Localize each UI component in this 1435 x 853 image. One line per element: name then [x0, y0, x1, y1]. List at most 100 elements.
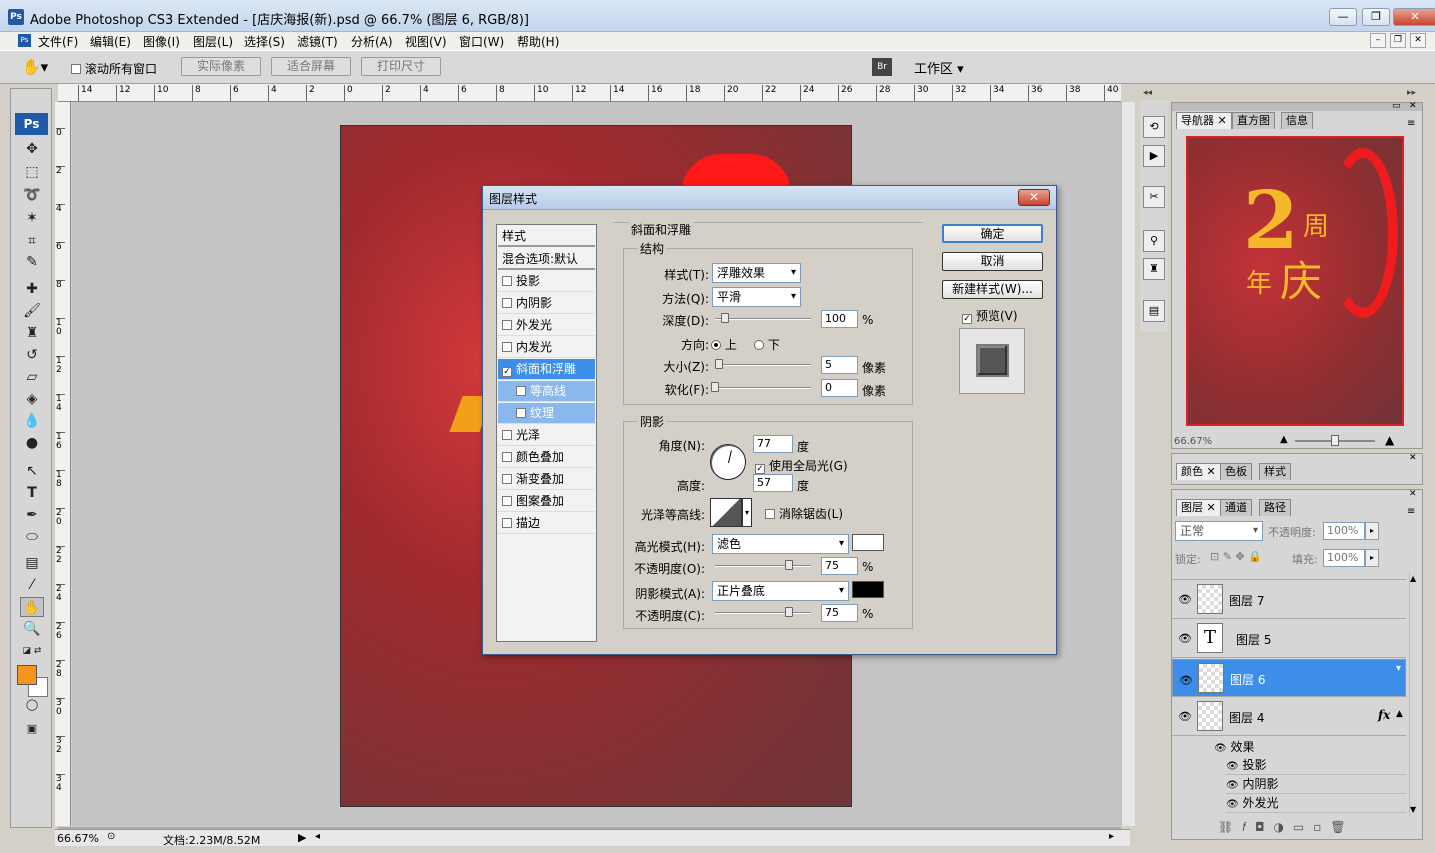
highlight-mode-select[interactable]: 滤色 — [712, 534, 849, 554]
color-panel-close-icon[interactable]: ✕ — [1409, 453, 1417, 463]
screen-mode-icon[interactable]: ▣ — [20, 719, 44, 739]
tab-paths[interactable]: 路径 — [1259, 499, 1291, 516]
path-selection-icon[interactable]: ↖ — [20, 461, 44, 481]
eraser-tool-icon[interactable]: ▱ — [20, 367, 44, 387]
clone-source-icon[interactable]: ♜ — [1143, 258, 1165, 280]
style-item[interactable]: 图案叠加 — [498, 491, 595, 512]
size-slider[interactable] — [715, 359, 811, 369]
size-input[interactable]: 5 — [821, 356, 858, 374]
navigator-zoom-value[interactable]: 66.67% — [1174, 436, 1212, 447]
crop-tool-icon[interactable]: ⌗ — [20, 231, 44, 251]
soften-slider-thumb[interactable] — [711, 382, 719, 392]
dodge-tool-icon[interactable]: ● — [20, 433, 44, 453]
print-size-button[interactable]: 打印尺寸 — [361, 57, 441, 76]
panel-menu-icon[interactable]: ≡ — [1407, 118, 1415, 129]
history-brush-icon[interactable]: ↺ — [20, 345, 44, 365]
vertical-scrollbar[interactable] — [1121, 102, 1135, 826]
layer-row-6[interactable]: 👁 图层 6 — [1172, 659, 1406, 697]
layer-row-4[interactable]: 👁 图层 4 fx ▲ — [1172, 698, 1406, 736]
shadow-opacity-input[interactable]: 75 — [821, 604, 858, 622]
style-checkbox[interactable] — [502, 430, 512, 440]
menu-analysis[interactable]: 分析(A) — [351, 33, 393, 50]
style-checkbox[interactable] — [502, 298, 512, 308]
effect-outer-glow[interactable]: 👁 外发光 — [1226, 794, 1406, 813]
eye-icon[interactable]: 👁 — [1178, 710, 1192, 723]
new-style-button[interactable]: 新建样式(W)... — [942, 280, 1043, 299]
scroll-right-arrow[interactable]: ▸ — [1109, 831, 1114, 842]
style-item[interactable]: 描边 — [498, 513, 595, 534]
panel-close-icon[interactable]: ✕ — [1409, 101, 1417, 111]
shadow-opacity-slider[interactable] — [715, 607, 811, 617]
foreground-color-swatch[interactable] — [17, 665, 37, 685]
slice-tool-icon[interactable]: ✎ — [20, 252, 44, 272]
doc-close-button[interactable]: ✕ — [1410, 33, 1426, 48]
tool-presets-icon[interactable]: ✂ — [1143, 186, 1165, 208]
angle-input[interactable]: 77 — [753, 435, 793, 453]
eye-icon[interactable]: 👁 — [1214, 743, 1227, 754]
style-item[interactable]: 外发光 — [498, 315, 595, 336]
style-checkbox[interactable] — [502, 474, 512, 484]
style-item[interactable]: 等高线 — [498, 381, 595, 402]
layers-menu-icon[interactable]: ≡ — [1407, 506, 1415, 517]
eye-icon[interactable]: 👁 — [1226, 780, 1239, 791]
cancel-button[interactable]: 取消 — [942, 252, 1043, 271]
gloss-contour-dropdown[interactable]: ▾ — [742, 498, 752, 527]
global-light-checkbox[interactable]: ✓ 使用全局光(G) — [755, 457, 848, 474]
eye-icon[interactable]: 👁 — [1178, 593, 1192, 606]
zoom-out-icon[interactable]: ▲ — [1280, 434, 1288, 445]
eyedropper-icon[interactable]: ⁄ — [20, 575, 44, 595]
layers-scrollbar[interactable]: ▲ ▼ — [1409, 572, 1421, 817]
style-item[interactable]: 投影 — [498, 271, 595, 292]
style-checkbox[interactable] — [516, 386, 526, 396]
tab-info[interactable]: 信息 — [1281, 112, 1313, 129]
swap-colors-icon[interactable]: ◪ ⇄ — [20, 641, 44, 661]
gloss-contour-picker[interactable] — [710, 498, 742, 527]
navigator-preview[interactable]: 2 周 年 庆 — [1186, 136, 1404, 426]
bridge-icon[interactable]: Br — [872, 58, 892, 76]
style-checkbox[interactable] — [502, 452, 512, 462]
soften-slider[interactable] — [711, 382, 811, 392]
blend-mode-select[interactable]: 正常 — [1175, 521, 1263, 541]
antialias-checkbox[interactable]: 消除锯齿(L) — [765, 505, 843, 522]
style-item[interactable]: 纹理 — [498, 403, 595, 424]
zoom-in-icon[interactable]: ▲ — [1385, 433, 1394, 447]
preview-checkbox[interactable]: ✓ 预览(V) — [962, 307, 1018, 324]
custom-shape-icon[interactable]: ⬭ — [20, 527, 44, 547]
effect-drop-shadow[interactable]: 👁 投影 — [1226, 756, 1406, 775]
style-item[interactable]: 混合选项:默认 — [498, 249, 595, 270]
fill-arrow[interactable]: ▸ — [1365, 549, 1379, 567]
style-checkbox[interactable] — [502, 518, 512, 528]
move-tool-icon[interactable]: ✥ — [20, 139, 44, 159]
tab-layers[interactable]: 图层 ✕ — [1176, 499, 1221, 516]
altitude-input[interactable]: 57 — [753, 474, 793, 492]
tab-navigator[interactable]: 导航器 ✕ — [1176, 112, 1232, 129]
dialog-close-button[interactable]: ✕ — [1018, 189, 1050, 206]
clone-stamp-icon[interactable]: ♜ — [20, 323, 44, 343]
bevel-style-select[interactable]: 浮雕效果 — [712, 263, 801, 283]
style-checkbox[interactable]: ✓ — [502, 367, 512, 377]
type-tool-icon[interactable]: T — [20, 483, 44, 503]
opacity-input[interactable]: 100% — [1323, 522, 1365, 540]
tab-channels[interactable]: 通道 — [1220, 499, 1252, 516]
style-checkbox[interactable] — [516, 408, 526, 418]
document-icon[interactable]: Ps — [18, 34, 31, 47]
style-checkbox[interactable] — [502, 320, 512, 330]
eye-icon[interactable]: 👁 — [1178, 632, 1192, 645]
angle-dial[interactable] — [710, 444, 746, 480]
minimize-button[interactable]: — — [1329, 8, 1357, 26]
direction-up-radio[interactable]: 上 — [711, 336, 737, 353]
layer-comps-icon[interactable]: ▤ — [1143, 300, 1165, 322]
size-slider-thumb[interactable] — [715, 359, 723, 369]
style-item[interactable]: 渐变叠加 — [498, 469, 595, 490]
menu-filter[interactable]: 滤镜(T) — [297, 33, 338, 50]
menu-image[interactable]: 图像(I) — [143, 33, 180, 50]
menu-select[interactable]: 选择(S) — [244, 33, 285, 50]
menu-help[interactable]: 帮助(H) — [517, 33, 559, 50]
direction-down-radio[interactable]: 下 — [754, 336, 780, 353]
highlight-opacity-thumb[interactable] — [785, 560, 793, 570]
highlight-opacity-input[interactable]: 75 — [821, 557, 858, 575]
hand-tool-icon-active[interactable]: ✋ — [20, 597, 44, 617]
lock-icons[interactable]: ⊡ ✎ ✥ 🔒 — [1210, 550, 1262, 563]
style-item[interactable]: 样式 — [498, 226, 595, 247]
scroll-left-arrow[interactable]: ◂ — [315, 831, 320, 842]
